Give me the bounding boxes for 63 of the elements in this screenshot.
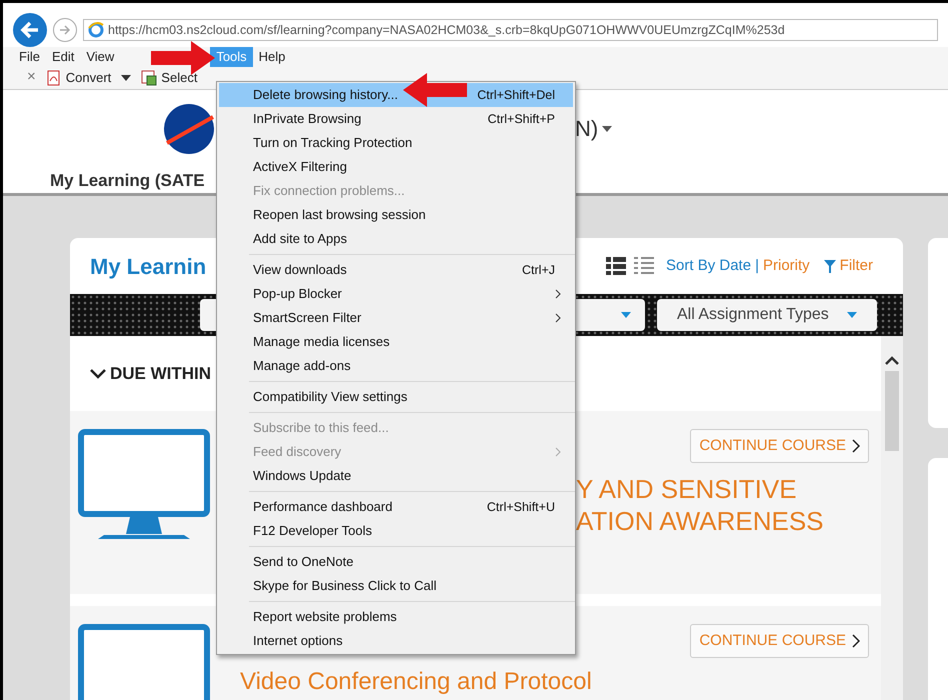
menu-item[interactable]: Pop-up Blocker [249, 282, 573, 306]
user-name: N) [575, 115, 598, 143]
menu-item[interactable]: Performance dashboard Ctrl+Shift+U [249, 495, 573, 519]
filter-icon [824, 260, 836, 272]
close-button[interactable]: × [23, 66, 40, 89]
menu-item[interactable]: InPrivate Browsing Ctrl+Shift+P [219, 107, 573, 131]
sort-by-date-link[interactable]: Sort By Date [666, 254, 752, 278]
assignment-type-dropdown[interactable]: All Assignment Types [657, 299, 877, 331]
back-button[interactable] [13, 13, 47, 47]
menu-bar-item[interactable]: View [80, 47, 120, 66]
separator-text: | [755, 256, 759, 276]
chevron-right-icon [852, 634, 860, 648]
menu-item[interactable]: Manage add-ons [249, 354, 573, 378]
menu-bar-item[interactable]: File [13, 47, 46, 66]
course-title: Y AND SENSITIVE [576, 473, 798, 505]
menu-item[interactable]: Manage media licenses [249, 330, 573, 354]
shortcut-label: Ctrl+Shift+Del [477, 86, 556, 104]
menu-item[interactable]: ActiveX Filtering [219, 155, 573, 179]
menu-item[interactable]: Internet options [249, 629, 573, 653]
menu-item[interactable]: Compatibility View settings [249, 385, 573, 409]
browser-logo-icon [88, 22, 104, 38]
list-view-icon [634, 256, 654, 276]
agency-logo [163, 102, 215, 154]
arrow-left-icon [20, 21, 40, 39]
menu-item[interactable]: Skype for Business Click to Call [249, 574, 573, 598]
caret-icon [847, 312, 857, 318]
menu-item[interactable]: F12 Developer Tools [249, 519, 573, 543]
menu-item[interactable]: Send to OneNote [249, 550, 573, 574]
menu-item[interactable]: Turn on Tracking Protection [219, 131, 573, 155]
menu-item[interactable]: Reopen last browsing session [219, 203, 573, 227]
menu-item[interactable]: Add site to Apps [219, 227, 573, 251]
menu-bar-item[interactable]: Help [252, 47, 292, 66]
card-title: My Learnin [90, 252, 206, 281]
chevron-up-icon [885, 356, 899, 365]
scrollbar-thumb[interactable] [885, 371, 899, 451]
chevron-down-icon [90, 368, 106, 378]
menu-item[interactable]: Report website problems [249, 605, 573, 629]
convert-button[interactable]: Convert [46, 68, 112, 88]
course-title: ATION AWARENESS [576, 505, 825, 537]
menu-item[interactable]: SmartScreen Filter [249, 306, 573, 330]
course-title: Video Conferencing and Protocol [240, 667, 593, 697]
section-heading: DUE WITHIN [110, 362, 212, 385]
caret-icon [602, 126, 612, 132]
chevron-right-icon [555, 447, 561, 457]
menu-item[interactable]: View downloads Ctrl+J [249, 258, 573, 282]
menu-bar-item[interactable]: Edit [46, 47, 80, 66]
document-icon [141, 70, 158, 86]
chevron-right-icon [555, 289, 561, 299]
url-text: https://hcm03.ns2cloud.com/sf/learning?company=NASA02HCM03&_s.crb=8kqUpG071OHWWV0UEUmzrgZCqIM%253d [108, 22, 785, 39]
tile-view-icon [606, 256, 626, 276]
chevron-right-icon [852, 439, 860, 453]
document-icon [46, 70, 62, 86]
page-title: My Learning (SATE [49, 170, 205, 192]
caret-icon [121, 74, 132, 80]
caret-icon [621, 312, 631, 318]
shortcut-label: Ctrl+J [522, 262, 556, 279]
arrow-right-icon [59, 25, 71, 35]
shortcut-label: Ctrl+Shift+U [486, 498, 556, 516]
callout-arrow [403, 73, 467, 107]
menu-item[interactable]: Windows Update [249, 464, 573, 488]
shortcut-label: Ctrl+Shift+P [488, 110, 556, 128]
address-field[interactable]: https://hcm03.ns2cloud.com/sf/learning?company=NASA02HCM03&_s.crb=8kqUpG071OHWWV0UEUmzrgZCqIM%253d [83, 19, 938, 41]
chevron-right-icon [555, 313, 561, 323]
